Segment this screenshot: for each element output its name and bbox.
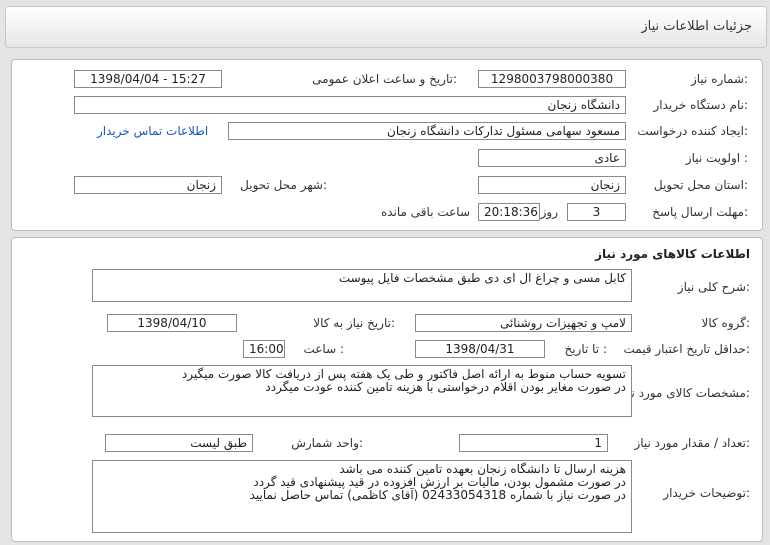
specs-label: مشخصات کالای مورد نیاز: [618,386,750,400]
buyer-notes-label: توضیحات خریدار: [663,486,750,500]
remaining-label: ساعت باقی مانده [380,205,470,219]
announce-field: 1398/04/04 - 15:27 [74,70,222,88]
buyer-notes-line: در صورت نیاز با شماره 02433054318 (آقای … [249,488,626,502]
validity-date-field: 1398/04/31 [415,340,545,358]
unit-field: طبق لیست [105,434,253,452]
need-number-label: شماره نیاز: [690,72,748,86]
summary-box: کابل مسی و چراغ ال ای دی طبق مشخصات فایل… [92,269,632,302]
buyer-contact-link[interactable]: اطلاعات تماس خریدار [97,124,208,138]
summary-text: کابل مسی و چراغ ال ای دی طبق مشخصات فایل… [338,271,626,285]
city-label: شهر محل تحویل: [240,178,327,192]
validity-label: حداقل تاریخ اعتبار قیمت: [623,342,750,356]
goods-section-title: اطلاعات کالاهای مورد نیاز [595,247,750,261]
buyer-notes-box: هزینه ارسال تا دانشگاه زنجان بعهده تامین… [92,460,632,533]
group-field: لامپ و تجهیزات روشنائی [415,314,632,332]
buyer-org-field: دانشگاه زنجان [74,96,626,114]
province-label: استان محل تحویل: [653,178,748,192]
creator-field: مسعود سهامی مسئول تدارکات دانشگاه زنجان [228,122,626,140]
validity-time-field: 16:00 [243,340,285,358]
unit-label: واحد شمارش: [291,436,363,450]
buyer-org-label: نام دستگاه خریدار: [653,98,749,112]
days-field: 3 [567,203,626,221]
creator-label: ایجاد کننده درخواست: [637,124,748,138]
summary-label: شرح کلی نیاز: [677,280,750,294]
specs-line: در صورت مغایر بودن اقلام درخواستی با هزی… [265,380,626,394]
need-number-field: 1298003798000380 [478,70,626,88]
announce-label: تاریخ و ساعت اعلان عمومی: [312,72,457,86]
goods-panel: ParsNamadha اطلاعات کالاهای مورد نیاز شر… [11,237,763,542]
need-date-label: تاریخ نیاز به کالا: [313,316,395,330]
province-field: زنجان [478,176,626,194]
group-label: گروه کالا: [701,316,751,330]
city-field: زنجان [74,176,222,194]
need-date-field: 1398/04/10 [107,314,237,332]
need-info-panel: شماره نیاز: 1298003798000380 تاریخ و ساع… [11,59,763,231]
deadline-label: مهلت ارسال پاسخ: [652,205,748,219]
qty-field: 1 [459,434,608,452]
qty-label: تعداد / مقدار مورد نیاز: [634,436,750,450]
page-title: جزئيات اطلاعات نياز [641,19,752,34]
priority-field: عادی [478,149,626,167]
specs-box: تسویه حساب منوط به ارائه اصل فاکتور و طی… [92,365,632,417]
validity-to-label: تا تاریخ : [564,342,607,356]
priority-label: اولویت نیاز : [685,151,748,165]
validity-time-label: ساعت : [303,342,344,356]
page-header: جزئيات اطلاعات نياز [5,6,767,48]
time-remaining-field: 20:18:36 [478,203,540,221]
